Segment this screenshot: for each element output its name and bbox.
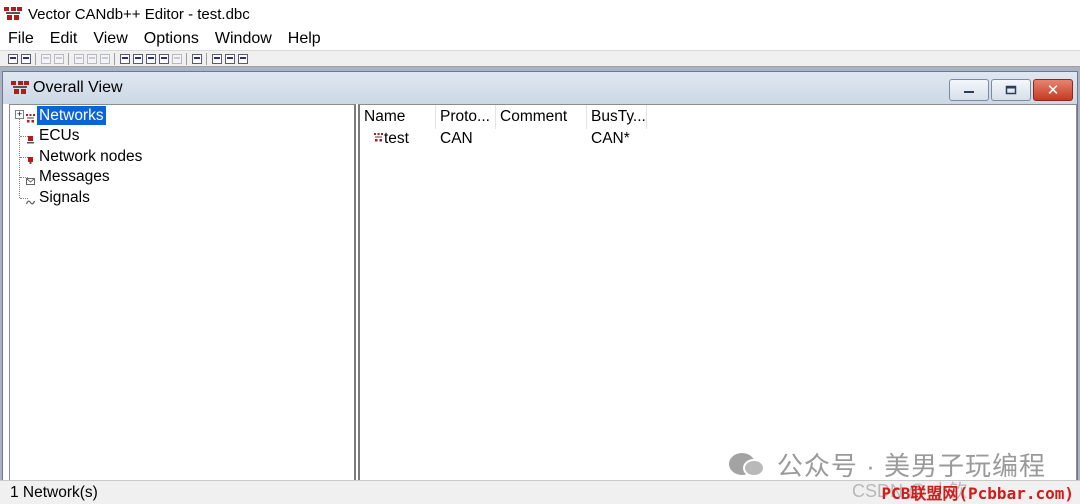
view-details-icon[interactable] <box>145 53 156 64</box>
toolbar-separator <box>186 52 187 65</box>
close-button[interactable]: ✕ <box>1033 79 1073 101</box>
menu-help[interactable]: Help <box>280 28 329 50</box>
mdi-client-area: Overall View ✕ + Networks ECUs Network n… <box>0 67 1080 504</box>
signal-icon <box>25 194 36 205</box>
copy-icon[interactable] <box>40 53 51 64</box>
cell-name: test <box>360 129 436 149</box>
site-watermark: PCB联盟网(Pcbbar.com) <box>881 484 1075 503</box>
column-header-bustype[interactable]: BusTy... <box>587 105 647 129</box>
view-tree-icon[interactable] <box>158 53 169 64</box>
tile-horizontal-icon[interactable] <box>224 53 235 64</box>
wechat-icon <box>728 451 767 479</box>
tree-item-messages[interactable]: Messages <box>39 167 110 187</box>
minimize-icon <box>964 91 974 93</box>
toolbar-separator <box>114 52 115 65</box>
properties-icon[interactable] <box>86 53 97 64</box>
node-icon <box>26 152 35 164</box>
cell-comment <box>496 129 587 149</box>
ecu-icon <box>26 131 35 144</box>
network-icon <box>26 110 35 123</box>
app-titlebar: Vector CANdb++ Editor - test.dbc <box>0 0 1080 28</box>
tree-view: + Networks ECUs Network nodes Messages S… <box>10 105 354 481</box>
list-pane[interactable]: Name Proto... Comment BusTy... test CAN … <box>358 104 1077 482</box>
tree-item-signals[interactable]: Signals <box>39 188 90 208</box>
tree-item-network-nodes[interactable]: Network nodes <box>39 147 142 167</box>
maximize-icon <box>1005 85 1017 95</box>
candb-network-icon <box>3 6 23 22</box>
toolbar-separator <box>35 52 36 65</box>
tree-item-networks[interactable]: Networks <box>37 106 106 125</box>
toolbar-separator <box>206 52 207 65</box>
delete-icon[interactable] <box>73 53 84 64</box>
message-icon <box>26 173 35 185</box>
overall-view-titlebar[interactable]: Overall View ✕ <box>3 72 1077 104</box>
column-header-name[interactable]: Name <box>360 105 436 129</box>
toolbar-separator <box>68 52 69 65</box>
close-icon: ✕ <box>1046 82 1060 99</box>
cell-protocol: CAN <box>440 130 473 147</box>
menu-view[interactable]: View <box>85 28 135 50</box>
minimize-button[interactable] <box>949 79 989 101</box>
network-icon <box>374 133 383 142</box>
tile-vertical-icon[interactable] <box>237 53 248 64</box>
paste-icon[interactable] <box>53 53 64 64</box>
menu-options[interactable]: Options <box>136 28 207 50</box>
save-icon[interactable] <box>20 53 31 64</box>
auto-arrange-icon[interactable] <box>191 53 202 64</box>
view-list-icon[interactable] <box>132 53 143 64</box>
overall-view-window: Overall View ✕ + Networks ECUs Network n… <box>2 71 1078 504</box>
tree-item-ecus[interactable]: ECUs <box>39 126 79 146</box>
toolbar <box>0 50 1080 67</box>
menu-edit[interactable]: Edit <box>42 28 86 50</box>
open-icon[interactable] <box>7 53 18 64</box>
menubar: File Edit View Options Window Help <box>0 28 1080 50</box>
expand-networks-button[interactable]: + <box>15 110 24 119</box>
app-title: Vector CANdb++ Editor - test.dbc <box>28 5 250 23</box>
candb-network-icon <box>10 80 30 96</box>
menu-file[interactable]: File <box>0 28 42 50</box>
list-header: Name Proto... Comment BusTy... <box>360 105 1076 129</box>
tree-connector-line <box>19 119 20 198</box>
column-header-protocol[interactable]: Proto... <box>436 105 496 129</box>
status-text: 1 Network(s) <box>10 483 98 501</box>
list-row[interactable]: test CAN CAN* <box>360 129 647 149</box>
maximize-button[interactable] <box>991 79 1031 101</box>
view-large-icon[interactable] <box>119 53 130 64</box>
find-icon[interactable] <box>99 53 110 64</box>
overall-view-title: Overall View <box>33 79 123 96</box>
menu-window[interactable]: Window <box>207 28 280 50</box>
cascade-icon[interactable] <box>211 53 222 64</box>
cell-bustype: CAN* <box>591 130 630 147</box>
view-small-icon[interactable] <box>171 53 182 64</box>
tree-pane[interactable]: + Networks ECUs Network nodes Messages S… <box>9 104 356 482</box>
column-header-comment[interactable]: Comment <box>496 105 587 129</box>
window-controls: ✕ <box>947 79 1073 101</box>
